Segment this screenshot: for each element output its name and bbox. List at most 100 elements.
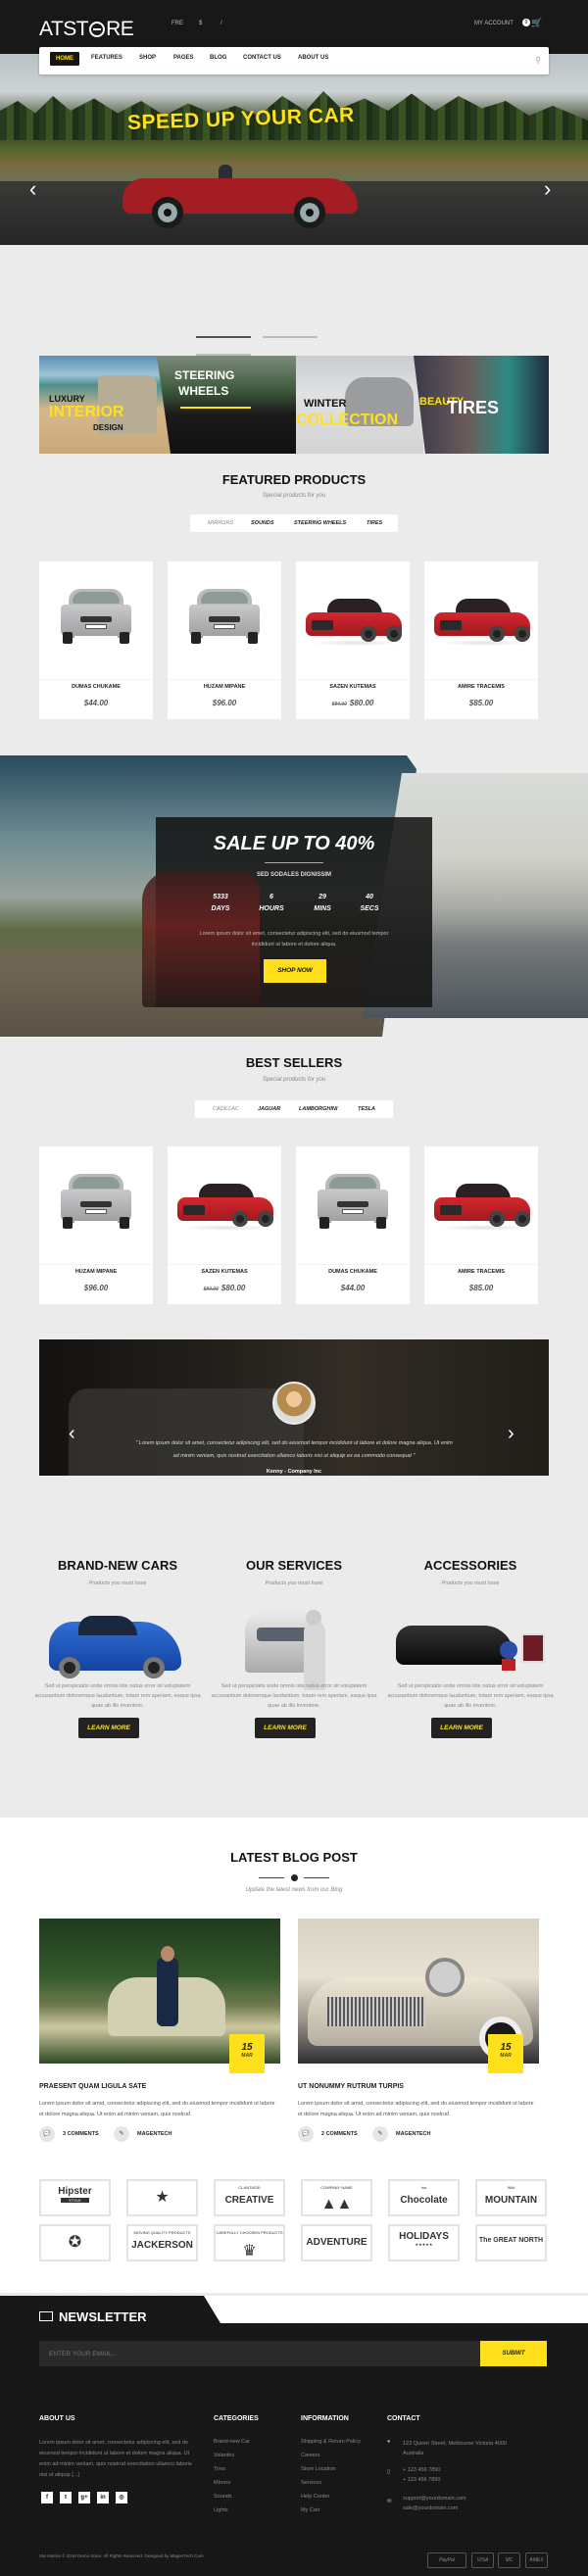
- site-logo[interactable]: ATST RE: [39, 18, 134, 41]
- product-card[interactable]: DUMAS CHUKAME $44.00: [39, 561, 153, 719]
- product-image[interactable]: [424, 561, 538, 679]
- product-name[interactable]: DUMAS CHUKAME: [296, 1269, 410, 1275]
- google-plus-icon[interactable]: g+: [78, 2492, 90, 2503]
- hero-prev-arrow-icon[interactable]: ‹: [29, 176, 36, 202]
- contact-email-1[interactable]: support@yourdomain.com: [403, 2496, 466, 2502]
- nav-pages[interactable]: PAGES: [173, 55, 194, 61]
- newsletter-email-input[interactable]: [39, 2341, 480, 2366]
- hero-next-arrow-icon[interactable]: ›: [544, 176, 551, 202]
- tab-tires[interactable]: TIRES: [367, 520, 382, 526]
- nav-about-us[interactable]: ABOUT US: [298, 55, 328, 61]
- product-card[interactable]: SAZEN KUTEMAS $84.00 $80.00: [168, 1146, 281, 1304]
- banner-winter-collection[interactable]: WINTER COLLECTION: [296, 356, 423, 454]
- tab-lamborghini[interactable]: LAMBORGHINI: [299, 1106, 337, 1112]
- footer-link[interactable]: Careers: [301, 2453, 320, 2458]
- product-image[interactable]: [296, 1146, 410, 1264]
- post-comments[interactable]: 3 COMMENTS: [63, 2131, 99, 2137]
- brand-logo[interactable]: Wild MOUNTAIN: [475, 2179, 547, 2216]
- product-image[interactable]: [424, 1146, 538, 1264]
- footer-link[interactable]: Services: [301, 2480, 321, 2486]
- footer-link[interactable]: Volantes: [214, 2453, 234, 2458]
- location-pin-icon: ●: [387, 2439, 391, 2445]
- twitter-icon[interactable]: t: [60, 2492, 72, 2503]
- footer-link[interactable]: Sounds: [214, 2494, 232, 2500]
- learn-more-button[interactable]: LEARN MORE: [78, 1718, 139, 1738]
- contact-email-2[interactable]: sale@yourdomain.com: [403, 2505, 458, 2511]
- post-title[interactable]: PRAESENT QUAM LIGULA SATE: [39, 2083, 146, 2090]
- nav-features[interactable]: FEATURES: [91, 55, 122, 61]
- product-image[interactable]: [39, 561, 153, 679]
- brand-logo[interactable]: Hipster STYLE: [39, 2179, 111, 2216]
- product-image[interactable]: [168, 1146, 281, 1264]
- product-name[interactable]: SAZEN KUTEMAS: [168, 1269, 281, 1275]
- product-image[interactable]: [168, 561, 281, 679]
- product-image[interactable]: [39, 1146, 153, 1264]
- product-card[interactable]: HUZAM MIPANE $96.00: [168, 561, 281, 719]
- learn-more-button[interactable]: LEARN MORE: [255, 1718, 316, 1738]
- product-card[interactable]: SAZEN KUTEMAS $84.00 $80.00: [296, 561, 410, 719]
- product-price: $85.00: [468, 699, 494, 707]
- newsletter-submit-button[interactable]: SUBMIT: [480, 2341, 547, 2366]
- banner-luxury-interior[interactable]: LUXURY INTERIOR DESIGN: [39, 356, 176, 454]
- product-card[interactable]: AMIRE TRACEMIS $85.00: [424, 561, 538, 719]
- post-comments[interactable]: 2 COMMENTS: [321, 2131, 358, 2137]
- linkedin-icon[interactable]: in: [97, 2492, 109, 2503]
- brand-logo[interactable]: ✪: [39, 2224, 111, 2261]
- brand-logo[interactable]: The GREAT NORTH: [475, 2224, 547, 2261]
- product-name[interactable]: HUZAM MIPANE: [168, 684, 281, 690]
- testimonial-next-icon[interactable]: ›: [508, 1423, 514, 1445]
- product-name[interactable]: DUMAS CHUKAME: [39, 684, 153, 690]
- brand-logo[interactable]: CAREFULLY CHOOSEN PRODUCTS ♛: [214, 2224, 285, 2261]
- footer-link[interactable]: Brand-new Car: [214, 2439, 250, 2445]
- brand-logo[interactable]: CLANTASID CREATIVE: [214, 2179, 285, 2216]
- footer-link[interactable]: Shipping & Return Policy: [301, 2439, 361, 2445]
- banner-steering-wheels[interactable]: STEERING WHEELS: [157, 356, 296, 454]
- brand-logo[interactable]: hot Chocolate: [388, 2179, 460, 2216]
- learn-more-button[interactable]: LEARN MORE: [431, 1718, 492, 1738]
- post-author[interactable]: MAGENTECH: [396, 2131, 430, 2137]
- product-name[interactable]: HUZAM MIPANE: [39, 1269, 153, 1275]
- tab-sounds[interactable]: SOUNDS: [251, 520, 274, 526]
- product-card[interactable]: DUMAS CHUKAME $44.00: [296, 1146, 410, 1304]
- nav-shop[interactable]: SHOP: [139, 55, 156, 61]
- post-title[interactable]: UT NONUMMY RUTRUM TURPIS: [298, 2083, 404, 2090]
- shop-now-button[interactable]: SHOP NOW: [264, 959, 326, 983]
- banner-beauty-tires[interactable]: BEAUTY TIRES: [414, 356, 549, 454]
- tab-tesla[interactable]: TESLA: [358, 1106, 375, 1112]
- dribbble-icon[interactable]: ◎: [116, 2492, 127, 2503]
- language-selector[interactable]: FRE: [172, 21, 183, 26]
- footer-link[interactable]: Mirrors: [214, 2480, 230, 2486]
- footer-link[interactable]: Help Center: [301, 2494, 329, 2500]
- footer-link[interactable]: Tires: [214, 2466, 225, 2472]
- product-name[interactable]: AMIRE TRACEMIS: [424, 684, 538, 690]
- footer-link[interactable]: Lights: [214, 2507, 228, 2513]
- cart-button[interactable]: 0 🛒: [522, 17, 542, 30]
- product-name[interactable]: SAZEN KUTEMAS: [296, 684, 410, 690]
- search-icon[interactable]: ⚲: [535, 56, 541, 65]
- brand-logo[interactable]: ★: [126, 2179, 198, 2216]
- product-image[interactable]: [296, 561, 410, 679]
- nav-home[interactable]: HOME: [50, 52, 79, 66]
- facebook-icon[interactable]: f: [41, 2492, 53, 2503]
- nav-blog[interactable]: BLOG: [210, 55, 226, 61]
- my-account-link[interactable]: MY ACCOUNT: [474, 21, 514, 26]
- post-author[interactable]: MAGENTECH: [137, 2131, 172, 2137]
- tab-cadillac[interactable]: CADILLAC: [213, 1106, 239, 1112]
- tab-mirrors[interactable]: MIRRORS: [208, 520, 233, 526]
- slider-dot-2[interactable]: [263, 336, 318, 338]
- product-name[interactable]: AMIRE TRACEMIS: [424, 1269, 538, 1275]
- brand-logo[interactable]: ADVENTURE: [301, 2224, 372, 2261]
- nav-contact-us[interactable]: CONTACT US: [243, 55, 281, 61]
- brand-logo[interactable]: MOVING QUALITY PRODUCTS JACKERSON: [126, 2224, 198, 2261]
- currency-selector[interactable]: $: [199, 21, 202, 26]
- product-card[interactable]: HUZAM MIPANE $96.00: [39, 1146, 153, 1304]
- product-card[interactable]: AMIRE TRACEMIS $85.00: [424, 1146, 538, 1304]
- testimonial-prev-icon[interactable]: ‹: [69, 1423, 75, 1445]
- footer-link[interactable]: Store Location: [301, 2466, 335, 2472]
- footer-link[interactable]: My Cart: [301, 2507, 319, 2513]
- tab-steering-wheels[interactable]: STEERING WHEELS: [294, 520, 346, 526]
- tab-jaguar[interactable]: JAGUAR: [258, 1106, 280, 1112]
- slider-dot-1[interactable]: [196, 336, 251, 338]
- brand-logo[interactable]: HOLIDAYS ★★★★★: [388, 2224, 460, 2261]
- brand-logo[interactable]: COMPANY NAME ▲▲: [301, 2179, 372, 2216]
